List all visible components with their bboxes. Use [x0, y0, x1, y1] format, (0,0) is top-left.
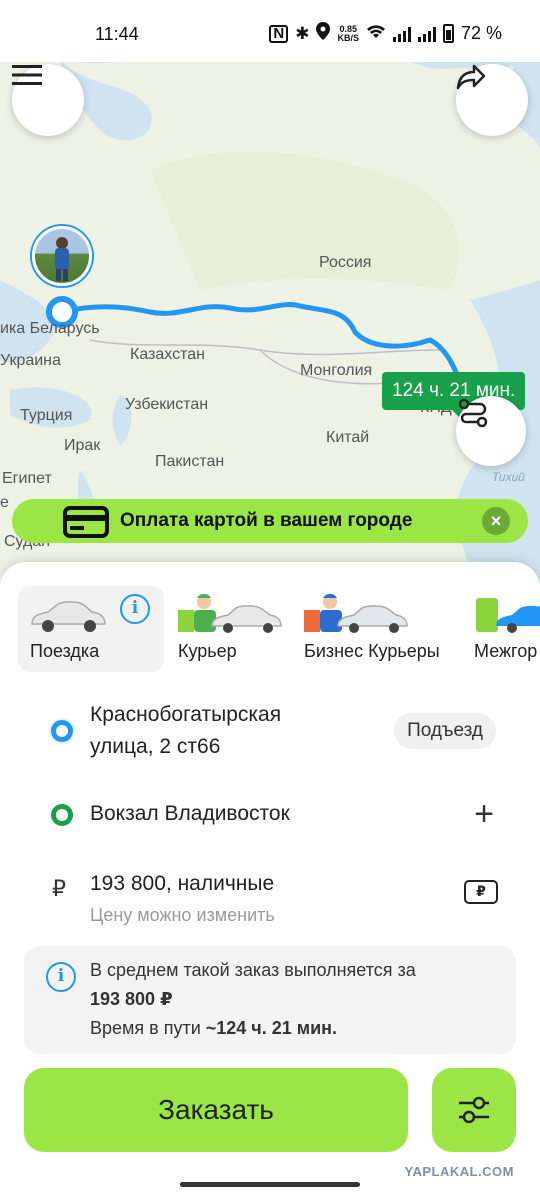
order-settings-button[interactable]	[432, 1068, 516, 1152]
info-icon: i	[46, 962, 76, 992]
destination-row[interactable]: Вокзал Владивосток +	[0, 797, 540, 838]
tariff-info-icon[interactable]: i	[120, 594, 150, 624]
map-label-russia: Россия	[319, 254, 372, 271]
wifi-icon	[366, 23, 386, 44]
destination-marker-icon	[51, 804, 73, 826]
order-button[interactable]: Заказать	[24, 1068, 408, 1152]
payment-method-icon[interactable]: ₽	[464, 880, 498, 904]
map-label-egypt: Египет	[2, 470, 52, 487]
trip-info-notice: i В среднем такой заказ выполняется за 1…	[24, 946, 516, 1054]
map-label-uzbekistan: Узбекистан	[125, 396, 209, 413]
location-icon	[316, 22, 331, 45]
ruble-icon: ₽	[52, 876, 66, 901]
entrance-button[interactable]: Подъезд	[394, 713, 496, 749]
notice-travel-time-prefix: Время в пути	[90, 1018, 206, 1038]
signal-icon-2	[417, 26, 436, 42]
menu-button[interactable]	[12, 64, 84, 136]
tab-courier-label: Курьер	[178, 641, 237, 661]
map-label-ukraine: Украина	[0, 352, 61, 369]
pickup-address-line2: улица, 2 ст66	[90, 735, 221, 758]
courier-icon	[178, 593, 282, 633]
tariff-tabs: i Поездка Курьер Бизнес Курьеры Межгор	[0, 584, 540, 674]
car-icon	[31, 601, 106, 632]
price-row[interactable]: ₽ 193 800, наличные Цену можно изменить …	[0, 868, 540, 930]
price-value: 193 800, наличные	[90, 872, 275, 895]
status-time: 11:44	[95, 24, 139, 44]
wallet-icon	[63, 506, 109, 538]
destination-address: Вокзал Владивосток	[90, 802, 290, 825]
person-icon	[55, 237, 69, 281]
notice-line-1: В среднем такой заказ выполняется за	[90, 960, 416, 980]
route-options-button[interactable]	[456, 396, 526, 466]
map-label-egypt-cut: е	[0, 494, 9, 511]
add-stop-icon[interactable]: +	[474, 797, 494, 831]
tab-ride-label: Поездка	[30, 641, 100, 661]
map-label-iraq: Ирак	[64, 437, 101, 454]
notice-travel-time-value: ~124 ч. 21 мин.	[205, 1018, 338, 1038]
battery-percent: 72 %	[460, 23, 502, 43]
net-speed-unit: KB/S	[337, 32, 359, 43]
intercity-icon	[476, 598, 540, 633]
tab-ride[interactable]: i Поездка	[18, 586, 164, 672]
pickup-row[interactable]: Краснобогатырская улица, 2 ст66 Подъезд	[0, 698, 540, 768]
route-icon	[458, 398, 488, 428]
tab-business-courier[interactable]: Бизнес Курьеры	[292, 586, 460, 672]
map-label-china: Китай	[326, 429, 370, 446]
promo-text: Оплата картой в вашем городе	[120, 510, 413, 531]
map-label-kazakhstan: Казахстан	[130, 346, 205, 363]
promo-close-icon[interactable]: ×	[482, 507, 510, 535]
menu-icon	[12, 65, 42, 85]
map-label-mongolia: Монголия	[300, 362, 373, 379]
map-label-pacific: Тихий	[492, 470, 525, 484]
share-button[interactable]	[456, 64, 528, 136]
tab-business-courier-label: Бизнес Курьеры	[304, 641, 440, 661]
bluetooth-icon: ✱	[295, 23, 310, 43]
battery-icon	[442, 24, 454, 43]
signal-icon-1	[392, 26, 411, 42]
map-label-belarus: ика Беларусь	[0, 320, 100, 337]
status-bar: 11:44 N ✱ 0.85 KB/S 72 %	[0, 0, 540, 62]
tab-courier[interactable]: Курьер	[166, 586, 290, 672]
nfc-icon: N	[269, 24, 289, 43]
home-indicator[interactable]	[180, 1182, 360, 1187]
map-label-turkey: Турция	[20, 407, 73, 424]
sliders-icon	[459, 1096, 489, 1124]
watermark: YAPLAKAL.COM	[404, 1164, 514, 1179]
tab-intercity-label: Межгор	[474, 641, 538, 661]
tab-intercity[interactable]: Межгор	[462, 586, 540, 672]
order-sheet: i Поездка Курьер Бизнес Курьеры Межгор К…	[0, 562, 540, 1200]
pickup-address-line1: Краснобогатырская	[90, 703, 282, 726]
status-icons: N ✱ 0.85 KB/S 72 %	[269, 22, 502, 45]
net-speed: 0.85 KB/S	[337, 24, 359, 43]
notice-price: 193 800 ₽	[90, 989, 173, 1009]
price-hint: Цену можно изменить	[90, 905, 275, 925]
share-icon	[456, 64, 486, 90]
map-label-pakistan: Пакистан	[155, 453, 225, 470]
promo-banner[interactable]: Оплата картой в вашем городе ×	[12, 499, 528, 543]
notice-travel-time: Время в пути ~124 ч. 21 мин.	[90, 1018, 337, 1039]
business-courier-icon	[304, 593, 408, 633]
pickup-marker-icon	[51, 720, 73, 742]
driver-avatar[interactable]	[32, 226, 92, 286]
